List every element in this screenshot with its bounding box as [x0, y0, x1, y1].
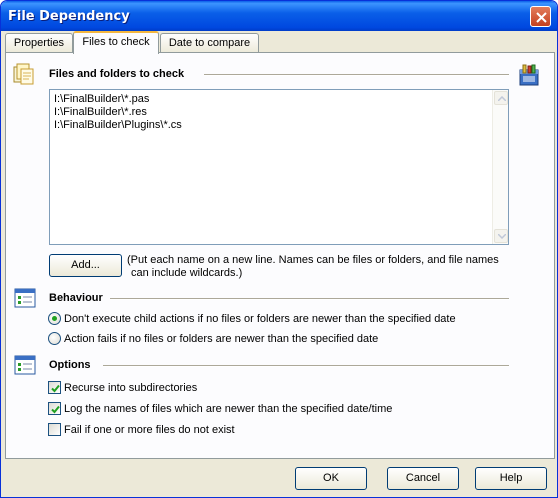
radio-label: Don't execute child actions if no files … — [64, 313, 456, 325]
tab-properties[interactable]: Properties — [5, 33, 73, 53]
chevron-up-icon — [498, 96, 506, 101]
checkbox-label: Log the names of files which are newer t… — [64, 403, 393, 415]
radio-dont-execute[interactable]: Don't execute child actions if no files … — [48, 311, 518, 327]
file-line: I:\FinalBuilder\Plugins\*.cs — [54, 119, 182, 131]
check-icon — [51, 384, 60, 393]
toolbox-icon[interactable] — [517, 64, 541, 86]
files-section-divider — [204, 74, 509, 76]
radio-button[interactable] — [48, 312, 61, 325]
behaviour-section-divider — [110, 298, 509, 300]
file-line: I:\FinalBuilder\*.pas — [54, 93, 150, 105]
scroll-up-button[interactable] — [494, 91, 508, 105]
checkbox[interactable] — [48, 402, 61, 415]
add-button[interactable]: Add... — [49, 254, 122, 277]
files-memo[interactable]: I:\FinalBuilder\*.pas I:\FinalBuilder\*.… — [49, 89, 509, 245]
check-fail-missing[interactable]: Fail if one or more files do not exist — [48, 422, 518, 438]
check-recurse[interactable]: Recurse into subdirectories — [48, 380, 518, 396]
close-icon — [536, 12, 547, 23]
checkbox[interactable] — [48, 381, 61, 394]
tab-date-to-compare[interactable]: Date to compare — [160, 33, 259, 53]
window-title: File Dependency — [8, 9, 130, 24]
help-button[interactable]: Help — [475, 467, 547, 490]
tab-label: Properties — [13, 37, 65, 49]
tab-strip: Properties Files to check Date to compar… — [5, 31, 555, 54]
checkbox-label: Recurse into subdirectories — [64, 382, 198, 394]
files-section-title: Files and folders to check — [49, 68, 185, 80]
tab-panel: Files and folders to check I:\FinalBuild… — [5, 52, 555, 459]
memo-scrollbar[interactable] — [492, 90, 508, 244]
files-section-icon — [13, 63, 34, 85]
title-bar[interactable]: File Dependency — [1, 1, 557, 31]
hint-line: can include wildcards.) — [131, 267, 243, 279]
behaviour-section-icon — [14, 288, 36, 308]
behaviour-section-title: Behaviour — [49, 292, 103, 304]
close-button[interactable] — [530, 6, 551, 27]
tab-files-to-check[interactable]: Files to check — [73, 31, 159, 54]
cancel-button[interactable]: Cancel — [387, 467, 459, 490]
file-line: I:\FinalBuilder\*.res — [54, 106, 147, 118]
chevron-down-icon — [498, 234, 506, 239]
file-dependency-window: File Dependency Properties Files to chec… — [0, 0, 558, 498]
options-section-icon — [14, 355, 36, 375]
checkbox[interactable] — [48, 423, 61, 436]
files-hint: (Put each name on a new line. Names can … — [127, 254, 527, 280]
options-section-title: Options — [49, 359, 91, 371]
hint-line: (Put each name on a new line. Names can … — [127, 254, 499, 266]
options-section-divider — [103, 365, 509, 367]
tab-label: Date to compare — [168, 37, 251, 49]
check-log-names[interactable]: Log the names of files which are newer t… — [48, 401, 518, 417]
radio-action-fails[interactable]: Action fails if no files or folders are … — [48, 331, 518, 347]
ok-button[interactable]: OK — [295, 467, 367, 490]
tab-label: Files to check — [82, 36, 150, 48]
scroll-down-button[interactable] — [494, 229, 508, 243]
check-icon — [51, 405, 60, 414]
files-memo-text[interactable]: I:\FinalBuilder\*.pas I:\FinalBuilder\*.… — [54, 93, 182, 132]
checkbox-label: Fail if one or more files do not exist — [64, 424, 235, 436]
radio-label: Action fails if no files or folders are … — [64, 333, 379, 345]
radio-button[interactable] — [48, 332, 61, 345]
